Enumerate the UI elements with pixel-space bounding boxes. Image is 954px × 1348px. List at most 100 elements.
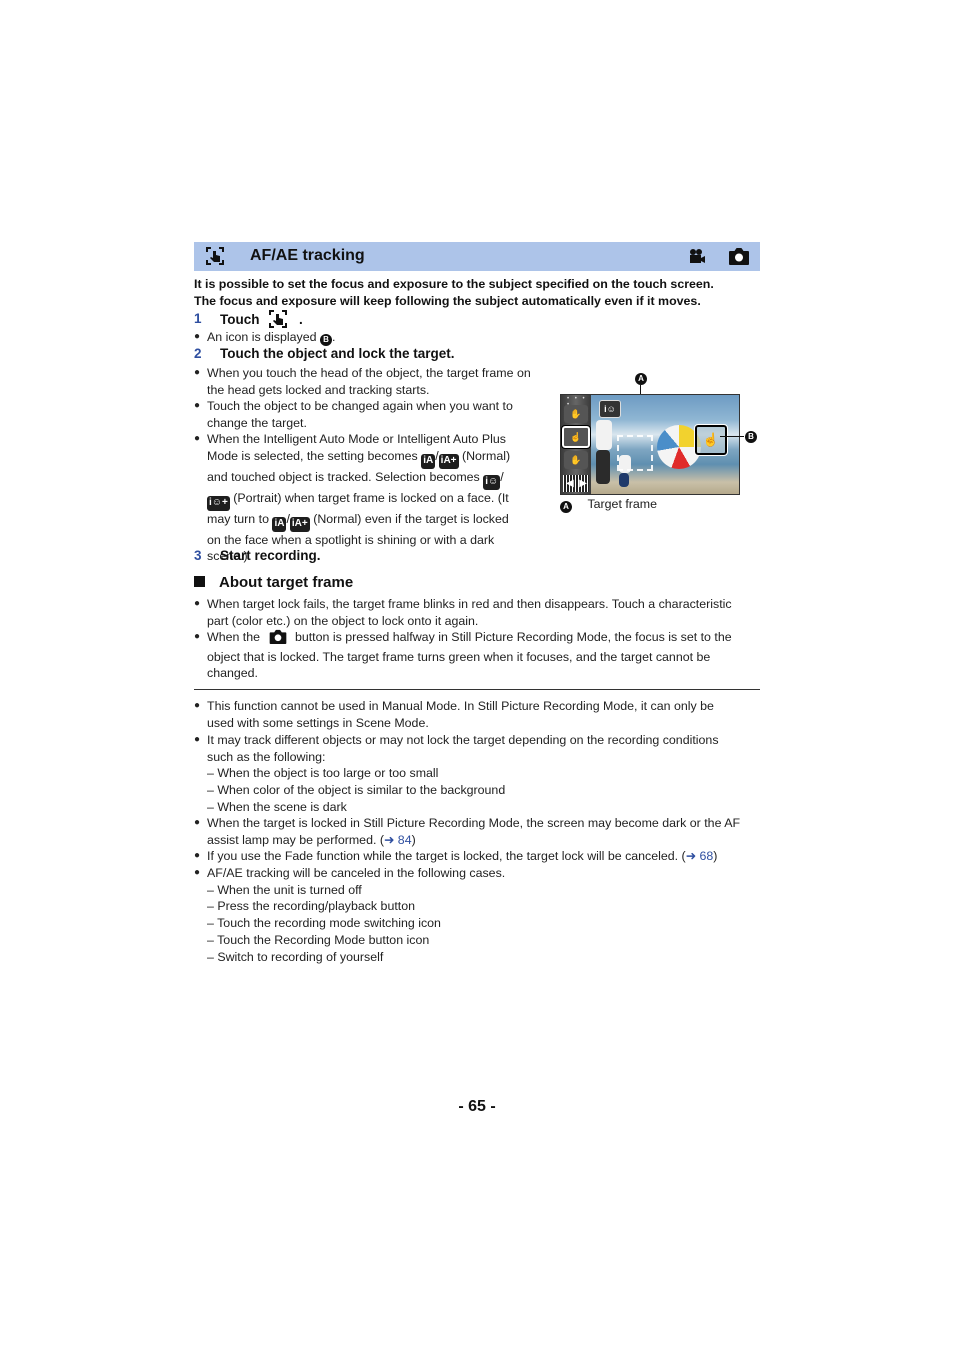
step-1: 1 Touch . — [194, 310, 303, 328]
slash: / — [500, 469, 504, 484]
line: (Normal) even if the target is locked — [313, 511, 509, 526]
intelligent-auto-plus-icon: iA+ — [289, 516, 310, 532]
callout-a-marker: A — [560, 501, 572, 513]
camera-icon — [728, 247, 750, 270]
step-period: . — [299, 312, 303, 327]
sub-item: – Touch the recording mode switching ico… — [207, 916, 441, 931]
bullet-text: When the Intelligent Auto Mode or Intell… — [207, 431, 510, 565]
line: assist lamp may be performed. ( — [207, 832, 384, 847]
bullet-text: Touch the object to be changed again whe… — [207, 398, 513, 431]
adult-legs — [596, 450, 610, 484]
note-end: . — [331, 330, 336, 344]
list-item: ● When the Intelligent Auto Mode or Inte… — [194, 431, 554, 563]
callout-b-marker: B — [745, 431, 757, 443]
note-item: ● If you use the Fade function while the… — [194, 848, 760, 865]
step-2: 2 Touch the object and lock the target. — [194, 345, 455, 363]
bullet-icon: ● — [194, 598, 201, 609]
line: (Normal) — [461, 448, 511, 463]
sub-item: – When the scene is dark — [207, 799, 347, 814]
motion-picture-icon — [688, 248, 706, 269]
bullet-icon: ● — [194, 433, 201, 444]
line: used with some settings in Scene Mode. — [207, 715, 429, 730]
line: object that is locked. The target frame … — [207, 649, 711, 664]
line: When the — [207, 630, 261, 644]
stabilizer-icon[interactable]: ✋ — [564, 405, 588, 423]
section-heading: About target frame — [194, 573, 353, 593]
touch-tracking-button[interactable]: ☝ — [561, 425, 591, 449]
sub-item: – When the unit is turned off — [207, 882, 362, 897]
divider — [194, 689, 760, 690]
bullet-text: If you use the Fade function while the t… — [207, 848, 717, 865]
bullet-text: This function cannot be used in Manual M… — [207, 698, 714, 731]
line: This function cannot be used in Manual M… — [207, 699, 714, 713]
intelligent-auto-icon: iA — [421, 453, 436, 469]
bullet-text: An icon is displayed B. — [207, 329, 335, 346]
step-3: 3 Start recording. — [194, 547, 321, 565]
touch-shutter-icon[interactable]: ✋ — [564, 451, 588, 469]
adult-figure — [596, 420, 612, 450]
bullet-icon: ● — [194, 850, 201, 861]
note-item: ● This function cannot be used in Manual… — [194, 698, 760, 732]
line: AF/AE tracking will be canceled in the f… — [207, 866, 506, 880]
side-menu-panel: • • • • ✋ ☝ ✋ ◀▶ — [561, 395, 591, 494]
list-item: ● Touch the object to be changed again w… — [194, 398, 554, 432]
square-bullet-icon — [194, 576, 205, 587]
line: When the Intelligent Auto Mode or Intell… — [207, 432, 506, 446]
line: If you use the Fade function while the t… — [207, 849, 686, 863]
line: When the target is locked in Still Pictu… — [207, 816, 741, 830]
touch-tracking-icon[interactable]: ☝ — [694, 424, 728, 456]
target-frame — [617, 435, 653, 471]
bullet-icon: ● — [194, 400, 201, 411]
sub-item: – When color of the object is similar to… — [207, 783, 506, 798]
intelligent-auto-plus-icon: iA+ — [438, 453, 459, 469]
page-ref-link[interactable]: ➜ 84 — [384, 833, 412, 847]
bullet-icon: ● — [194, 867, 201, 878]
list-item: ● When target lock fails, the target fra… — [194, 596, 760, 630]
page-number: - 65 - — [458, 1098, 496, 1115]
bullet-icon: ● — [194, 331, 201, 342]
bullet-text: It may track different objects or may no… — [207, 732, 719, 816]
line: part (color etc.) on the object to lock … — [207, 613, 479, 628]
bullet-icon: ● — [194, 367, 201, 378]
bullet-text: When you touch the head of the object, t… — [207, 365, 531, 398]
bullet-text: When target lock fails, the target frame… — [207, 596, 732, 629]
callout-b-line — [720, 436, 744, 437]
bullet-icon: ● — [194, 817, 201, 828]
line: When target lock fails, the target frame… — [207, 597, 732, 611]
line: changed. — [207, 666, 258, 681]
line: Mode is selected, the setting becomes — [207, 448, 418, 463]
line: may turn to — [207, 511, 269, 526]
step-number: 3 — [194, 548, 202, 563]
step-label: Touch — [220, 312, 260, 327]
arrow-left-icon[interactable]: ◀ — [566, 478, 574, 489]
step-number: 2 — [194, 346, 202, 361]
line: such as the following: — [207, 749, 326, 764]
portrait-plus-icon: i☺+ — [207, 495, 230, 511]
illustration-caption: A Target frame — [560, 496, 657, 513]
note-item: ● When the target is locked in Still Pic… — [194, 815, 760, 849]
step-text: Start recording. — [220, 548, 321, 563]
menu-arrows[interactable]: ◀ ▶ — [563, 475, 589, 492]
intro-line-2: The focus and exposure will keep followi… — [194, 294, 701, 308]
line: It may track different objects or may no… — [207, 733, 719, 747]
sub-item: – Press the recording/playback button — [207, 899, 416, 914]
bullet-icon: ● — [194, 631, 201, 642]
bullet-icon: ● — [194, 700, 201, 711]
note-item: ● It may track different objects or may … — [194, 732, 760, 816]
touch-tracking-icon — [206, 247, 224, 270]
callout-a-marker: A — [635, 373, 647, 385]
sub-item: – When the object is too large or too sm… — [207, 766, 439, 781]
step-number: 1 — [194, 311, 202, 326]
intelligent-auto-icon: iA — [272, 516, 287, 532]
bullet-text: When the target is locked in Still Pictu… — [207, 815, 740, 848]
line: (Portrait) when target frame is locked o… — [233, 490, 509, 505]
line: When you touch the head of the object, t… — [207, 366, 531, 380]
note-text: An icon is displayed — [207, 330, 317, 344]
caption-text: Target frame — [587, 497, 658, 511]
line: the head gets locked and tracking starts… — [207, 382, 430, 397]
line-end: ) — [411, 832, 416, 847]
page-ref-link[interactable]: ➜ 68 — [686, 849, 714, 863]
line: on the face when a spotlight is shining … — [207, 532, 495, 547]
screen-illustration: i☺ ☝ • • • • ✋ ☝ ✋ ◀▶ — [560, 394, 740, 495]
arrow-right-icon[interactable]: ▶ — [579, 475, 587, 492]
